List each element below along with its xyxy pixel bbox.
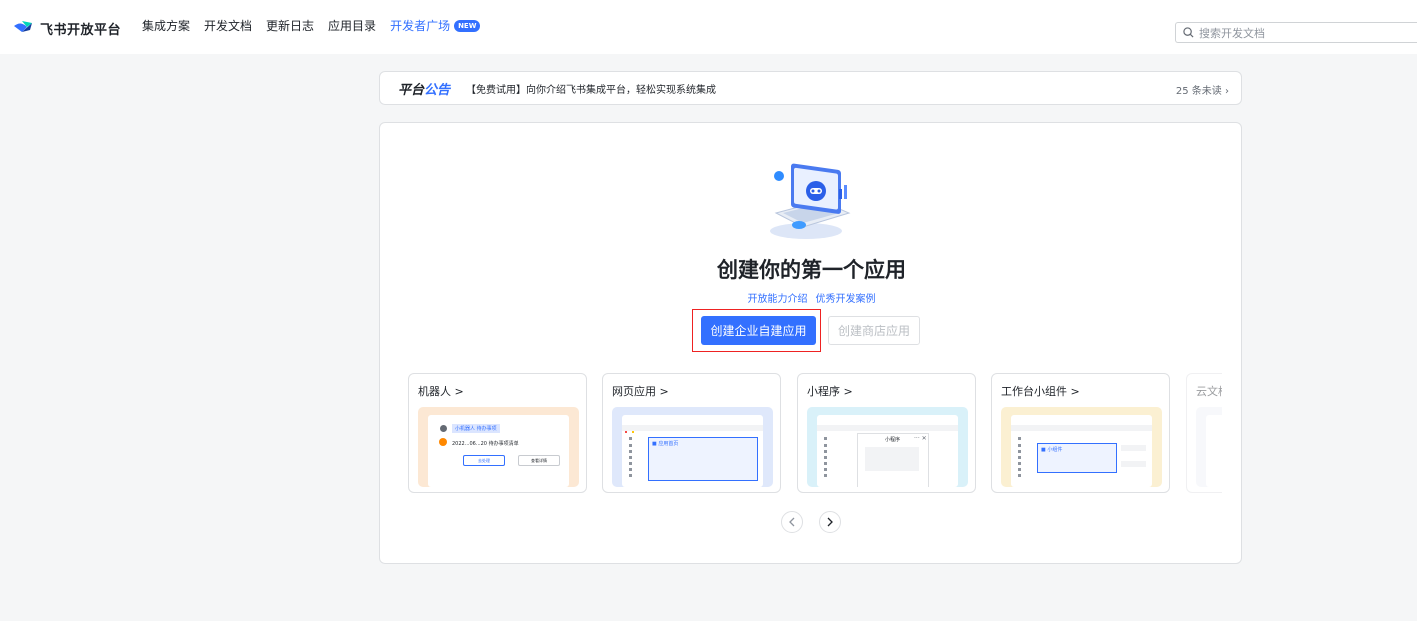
card-preview [1196,407,1222,487]
feishu-logo-icon [12,18,34,38]
nav-link-solutions[interactable]: 集成方案 [142,17,190,34]
search-placeholder: 搜索开发文档 [1199,26,1265,40]
card-title: 机器人 > [418,385,464,398]
create-store-app-button[interactable]: 创建商店应用 [828,316,920,345]
carousel-prev-button[interactable] [781,511,803,533]
card-title: 云文档 > [1196,385,1222,398]
search-input[interactable]: 搜索开发文档 [1175,22,1417,43]
chevron-right-icon [827,517,833,527]
card-title: 工作台小组件 > [1001,385,1080,398]
app-type-carousel: 机器人 > 小机器人 待办事项 2022...06...20 待办事项清单 去处… [408,373,1222,495]
create-internal-app-button[interactable]: 创建企业自建应用 [701,316,816,345]
app-type-card-web[interactable]: 网页应用 > ■ 应用首页 [602,373,781,493]
notice-text[interactable]: 【免费试用】向你介绍飞书集成平台，轻松实现系统集成 [466,81,716,96]
platform-notice[interactable]: 平台公告 【免费试用】向你介绍飞书集成平台，轻松实现系统集成 25 条未读 › [379,71,1242,105]
notice-title: 平台公告 [398,82,451,98]
nav-link-developer-square[interactable]: 开发者广场 [390,17,450,34]
nav-links: 集成方案 开发文档 更新日志 应用目录 开发者广场 NEW [142,17,481,34]
card-title: 网页应用 > [612,385,669,398]
help-links: 开放能力介绍 优秀开发案例 [380,290,1243,305]
case-studies-link[interactable]: 优秀开发案例 [816,294,876,305]
card-preview: 小机器人 待办事项 2022...06...20 待办事项清单 去处理 查看详情 [418,407,579,487]
app-type-card-bot[interactable]: 机器人 > 小机器人 待办事项 2022...06...20 待办事项清单 去处… [408,373,587,493]
card-title: 小程序 > [807,385,853,398]
create-app-card: 创建你的第一个应用 开放能力介绍 优秀开发案例 创建企业自建应用 创建商店应用 机… [379,122,1242,564]
app-type-card-miniprogram[interactable]: 小程序 > 小程序 ··· ✕ [797,373,976,493]
card-preview: ■ 应用首页 [612,407,773,487]
carousel-next-button[interactable] [819,511,841,533]
brand-logo[interactable]: 飞书开放平台 [12,18,121,38]
card-preview: 小程序 ··· ✕ [807,407,968,487]
search-icon [1183,27,1194,38]
card-preview: ■ 小组件 [1001,407,1162,487]
nav-link-docs[interactable]: 开发文档 [204,17,252,34]
app-type-card-docs[interactable]: 云文档 > [1186,373,1222,493]
brand-name: 飞书开放平台 [40,22,122,38]
app-type-card-widget[interactable]: 工作台小组件 > ■ 小组件 [991,373,1170,493]
nav-link-app-directory[interactable]: 应用目录 [328,17,376,34]
new-badge: NEW [454,19,481,32]
capability-intro-link[interactable]: 开放能力介绍 [748,294,808,305]
nav-link-changelog[interactable]: 更新日志 [266,17,314,34]
unread-count-link[interactable]: 25 条未读 › [1176,82,1229,97]
top-nav: 飞书开放平台 集成方案 开发文档 更新日志 应用目录 开发者广场 NEW 搜索开… [0,0,1417,54]
chevron-left-icon [789,517,795,527]
page-title: 创建你的第一个应用 [717,258,906,282]
robot-laptop-illustration [770,163,851,239]
